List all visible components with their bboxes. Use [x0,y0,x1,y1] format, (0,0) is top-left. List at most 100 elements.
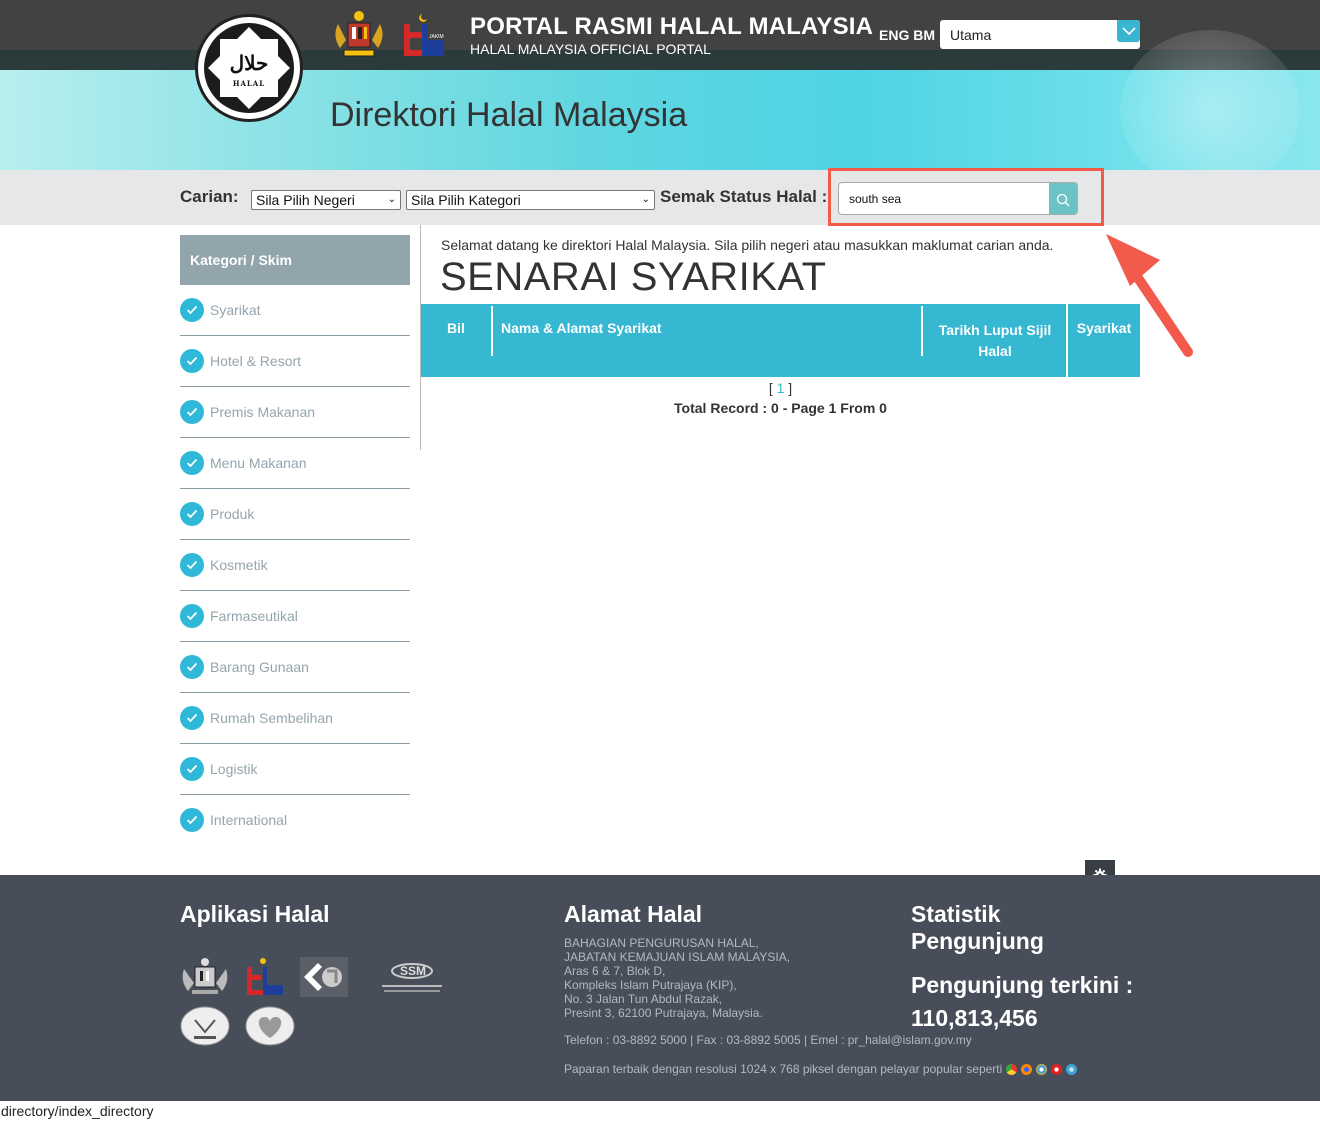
address-line: JABATAN KEMAJUAN ISLAM MALAYSIA, [564,950,791,964]
sidebar-item[interactable]: Menu Makanan [180,438,410,489]
search-label: Carian: [180,187,239,206]
sidebar-item-label: Menu Makanan [210,455,307,471]
browser-status-url: directory/index_directory [0,1101,1320,1121]
chevron-down-icon[interactable] [1117,20,1140,42]
check-circle-icon [180,298,204,322]
category-list: Syarikat Hotel & Resort Premis Makanan Menu… [180,285,410,846]
check-circle-icon [180,451,204,475]
col-divider [1066,304,1068,377]
sidebar-item-label: International [210,812,288,828]
sidebar-item[interactable]: Logistik [180,744,410,795]
state-select-value: Sila Pilih Negeri [256,192,355,208]
sidebar-item[interactable]: Farmaseutikal [180,591,410,642]
safari-icon [1066,1063,1078,1075]
address-line: Aras 6 & 7, Blok D, [564,964,666,978]
browser-note-text: Paparan terbaik dengan resolusi 1024 x 7… [564,1062,1003,1076]
sidebar-item[interactable]: Syarikat [180,285,410,336]
page-title: Direktori Halal Malaysia [330,96,688,134]
welcome-text: Selamat datang ke direktori Halal Malays… [441,237,1054,253]
opera-icon [1051,1063,1063,1075]
check-circle-icon [180,400,204,424]
sidebar-item-label: Rumah Sembelihan [210,710,333,726]
address-line: No. 3 Jalan Tun Abdul Razak, [564,992,723,1006]
sidebar-item-label: Farmaseutikal [210,608,298,624]
footer-browser-note: Paparan terbaik dengan resolusi 1024 x 7… [564,1062,1078,1076]
footer-stat-heading: Statistik Pengunjung [911,901,1044,955]
jakim-logo-icon[interactable] [245,957,285,997]
portal-title: PORTAL RASMI HALAL MALAYSIA [470,13,874,40]
malaysia-coat-of-arms-icon [335,11,383,57]
pager-bracket-close: ] [788,380,793,396]
col-header-name-address: Nama & Alamat Syarikat [501,320,662,336]
sidebar-item[interactable]: Premis Makanan [180,387,410,438]
heart-certification-logo-icon[interactable] [245,1006,295,1046]
col-header-bil: Bil [447,320,465,336]
stat-heading-line1: Statistik [911,901,1001,927]
results-table-header: Bil Nama & Alamat Syarikat Tarikh Luput … [421,304,1140,377]
visitor-label: Pengunjung terkini : [911,972,1134,998]
category-select-value: Sila Pilih Kategori [411,192,521,208]
lang-eng-link[interactable]: ENG [879,27,909,43]
coat-of-arms-logo-icon[interactable] [180,957,230,997]
chevron-down-icon: ⌄ [641,194,650,205]
check-circle-icon [180,553,204,577]
sidebar-heading: Kategori / Skim [180,235,410,285]
state-select[interactable]: Sila Pilih Negeri ⌄ [251,190,401,210]
main-nav-select[interactable]: Utama [940,20,1140,49]
check-circle-icon [180,757,204,781]
total-record-text: Total Record : 0 - Page 1 From 0 [674,400,887,416]
jakim-logo-icon: JAKIM [404,14,444,56]
sidebar-item-label: Premis Makanan [210,404,316,420]
veterinary-logo-icon[interactable] [180,1006,230,1046]
search-bar: Carian: Sila Pilih Negeri ⌄ Sila Pilih K… [0,170,1320,225]
sidebar-item[interactable]: Barang Gunaan [180,642,410,693]
sidebar-item[interactable]: Kosmetik [180,540,410,591]
portal-subtitle: HALAL MALAYSIA OFFICIAL PORTAL [470,41,711,57]
check-circle-icon [180,808,204,832]
col-header-company: Syarikat [1076,320,1132,336]
nav-select-value: Utama [950,27,992,43]
address-line: Kompleks Islam Putrajaya (KIP), [564,978,737,992]
sidebar-item-label: Logistik [210,761,258,777]
halal-malaysia-logo[interactable]: حلال HALAL [195,14,303,122]
sidebar-item[interactable]: Hotel & Resort [180,336,410,387]
sidebar-item-label: Hotel & Resort [210,353,302,369]
address-line: BAHAGIAN PENGURUSAN HALAL, [564,936,759,950]
col-divider [921,306,923,356]
kpdnhep-logo-icon[interactable] [300,957,348,997]
chevron-down-icon: ⌄ [387,194,396,205]
search-button[interactable] [1049,183,1077,214]
sidebar-item-label: Barang Gunaan [210,659,309,675]
sidebar-item[interactable]: Rumah Sembelihan [180,693,410,744]
check-circle-icon [180,502,204,526]
check-circle-icon [180,604,204,628]
sidebar-item[interactable]: International [180,795,410,846]
visitor-count: 110,813,456 [911,1005,1038,1031]
visitor-counter: Pengunjung terkini : 110,813,456 [911,969,1133,1035]
site-header: حلال HALAL JAKIM PORTAL RASMI HALAL MALA… [0,0,1320,170]
footer-address: BAHAGIAN PENGURUSAN HALAL, JABATAN KEMAJU… [564,936,790,1020]
ssm-logo-icon[interactable]: SSM [378,957,446,997]
halal-status-label: Semak Status Halal : [660,187,828,206]
footer-aplikasi-heading: Aplikasi Halal [180,901,330,927]
sidebar-item[interactable]: Produk [180,489,410,540]
company-list-heading: SENARAI SYARIKAT [440,255,827,299]
lang-bm-link[interactable]: BM [913,27,935,43]
halal-status-search-input[interactable]: south sea [838,182,1078,215]
sidebar-item-label: Produk [210,506,255,522]
col-header-expiry: Tarikh Luput Sijil Halal [938,322,1052,359]
page-link-1[interactable]: 1 [777,380,785,396]
check-circle-icon [180,706,204,730]
category-select[interactable]: Sila Pilih Kategori ⌄ [406,190,655,210]
pagination: [ 1 ] [421,380,1140,396]
logo-word: HALAL [232,79,266,88]
site-footer: Aplikasi Halal SSM Alamat Halal BAHAGIAN… [0,875,1320,1101]
footer-contact: Telefon : 03-8892 5000 | Fax : 03-8892 5… [564,1033,972,1047]
search-icon [1056,193,1070,206]
address-line: Presint 3, 62100 Putrajaya, Malaysia. [564,1006,763,1020]
internet-explorer-icon [1036,1063,1048,1075]
chrome-icon [1006,1063,1018,1075]
stat-heading-line2: Pengunjung [911,928,1044,954]
firefox-icon [1021,1063,1033,1075]
check-circle-icon [180,655,204,679]
